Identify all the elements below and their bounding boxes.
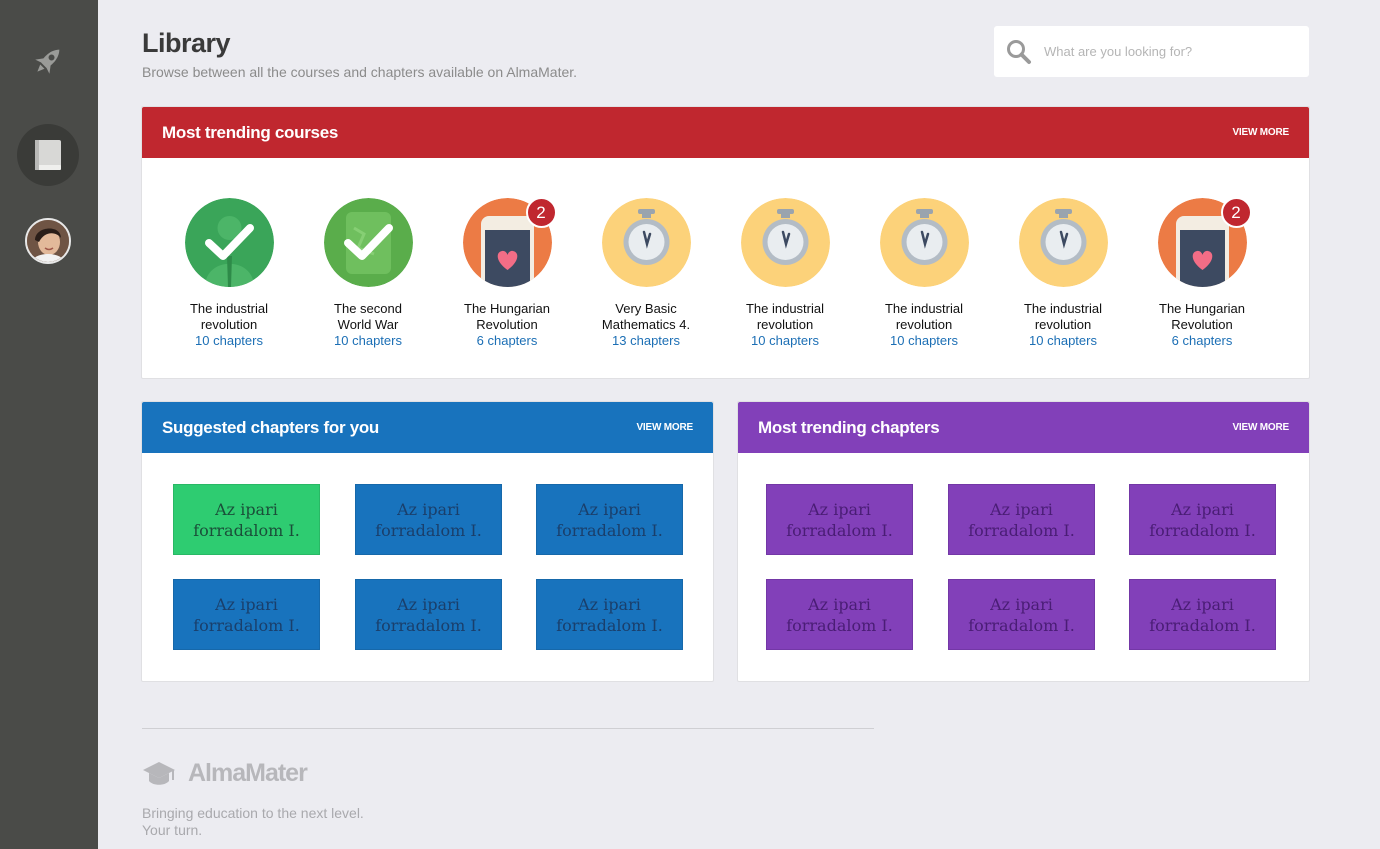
view-more-button[interactable]: VIEW MORE [1232, 127, 1289, 138]
chapter-tile[interactable]: Az ipari forradalom I. [536, 579, 683, 650]
course-chapters-link[interactable]: 13 chapters [571, 333, 721, 349]
course-icon-wrap [184, 198, 274, 287]
course-chapters-link[interactable]: 10 chapters [293, 333, 443, 349]
panel-title: Suggested chapters for you [162, 417, 380, 437]
course-icon-wrap [740, 198, 830, 287]
chapter-tile[interactable]: Az ipari forradalom I. [766, 484, 913, 555]
notification-badge: 2 [525, 197, 557, 228]
course-icon-wrap: 2 [1157, 197, 1252, 287]
course-card[interactable]: The industrial revolution 10 chapters [988, 198, 1138, 349]
view-more-button[interactable]: VIEW MORE [1232, 422, 1289, 433]
completed-check-icon [184, 198, 274, 287]
course-title: The Hungarian Revolution [1159, 301, 1245, 332]
book-icon [35, 140, 61, 170]
panel-title: Most trending chapters [758, 417, 940, 437]
page-title: Library [142, 28, 231, 58]
chapter-tile[interactable]: Az ipari forradalom I. [355, 579, 502, 650]
course-chapters-link[interactable]: 10 chapters [988, 333, 1138, 349]
sidebar-item-library[interactable] [17, 124, 79, 186]
course-icon-wrap [323, 198, 413, 287]
graduation-cap-icon [143, 762, 175, 785]
course-title: The Hungarian Revolution [464, 301, 550, 332]
chapter-tile[interactable]: Az ipari forradalom I. [173, 484, 320, 555]
trending-courses-header: Most trending courses VIEW MORE [142, 107, 1309, 158]
chapter-tile[interactable]: Az ipari forradalom I. [1129, 579, 1276, 650]
course-chapters-link[interactable]: 6 chapters [432, 333, 582, 349]
course-title: Very Basic Mathematics 4. [601, 301, 691, 332]
chapter-tile[interactable]: Az ipari forradalom I. [1129, 484, 1276, 555]
course-card[interactable]: 2 The Hungarian Revolution 6 chapters [432, 197, 582, 349]
page-subtitle: Browse between all the courses and chapt… [142, 64, 578, 80]
user-avatar-image [27, 220, 69, 262]
course-title: The industrial revolution [884, 301, 964, 332]
panel-title: Most trending courses [162, 122, 339, 142]
course-icon-wrap: 2 [462, 197, 557, 287]
course-card[interactable]: 2 The Hungarian Revolution 6 chapters [1127, 197, 1277, 349]
footer-divider [142, 728, 874, 729]
trending-chapters-header: Most trending chapters VIEW MORE [738, 402, 1309, 453]
rocket-icon [35, 49, 60, 74]
chapter-tile[interactable]: Az ipari forradalom I. [766, 579, 913, 650]
suggested-chapters-panel: Suggested chapters for you VIEW MORE Az … [141, 401, 714, 682]
stopwatch-icon [740, 198, 830, 287]
sidebar-item-rocket[interactable] [17, 30, 79, 92]
trending-chapters-panel: Most trending chapters VIEW MORE Az ipar… [737, 401, 1310, 682]
sidebar [0, 0, 98, 849]
search-box [994, 26, 1309, 77]
search-icon[interactable] [994, 26, 1044, 77]
course-icon-wrap [879, 198, 969, 287]
course-card[interactable]: Very Basic Mathematics 4. 13 chapters [571, 198, 721, 349]
course-title: The industrial revolution [189, 301, 269, 332]
course-icon-wrap [1018, 198, 1108, 287]
suggested-chapters-header: Suggested chapters for you VIEW MORE [142, 402, 713, 453]
course-icon-wrap [601, 198, 691, 287]
footer-brand: AlmaMater [188, 758, 308, 787]
course-title: The second World War [334, 301, 402, 332]
chapter-tile[interactable]: Az ipari forradalom I. [536, 484, 683, 555]
course-chapters-link[interactable]: 10 chapters [849, 333, 999, 349]
completed-check-icon [323, 198, 413, 287]
chapter-tile[interactable]: Az ipari forradalom I. [355, 484, 502, 555]
search-input[interactable] [1044, 44, 1294, 59]
stopwatch-icon [601, 198, 691, 287]
view-more-button[interactable]: VIEW MORE [636, 422, 693, 433]
course-chapters-link[interactable]: 6 chapters [1127, 333, 1277, 349]
chapter-tile[interactable]: Az ipari forradalom I. [948, 484, 1095, 555]
course-chapters-link[interactable]: 10 chapters [154, 333, 304, 349]
course-card[interactable]: The industrial revolution 10 chapters [154, 198, 304, 349]
course-title: The industrial revolution [1023, 301, 1103, 332]
footer-tagline: Bringing education to the next level. Yo… [142, 805, 364, 838]
stopwatch-icon [1018, 198, 1108, 287]
chapter-tile[interactable]: Az ipari forradalom I. [173, 579, 320, 650]
notification-badge: 2 [1220, 197, 1252, 228]
course-chapters-link[interactable]: 10 chapters [710, 333, 860, 349]
trending-courses-panel: Most trending courses VIEW MORE The indu… [141, 106, 1310, 379]
stopwatch-icon [879, 198, 969, 287]
footer-logo: AlmaMater [142, 758, 308, 788]
course-title: The industrial revolution [745, 301, 825, 332]
chapter-tile[interactable]: Az ipari forradalom I. [948, 579, 1095, 650]
avatar[interactable] [25, 218, 71, 264]
course-card[interactable]: The industrial revolution 10 chapters [849, 198, 999, 349]
courses-row: The industrial revolution 10 chapters Th… [142, 158, 1309, 378]
course-card[interactable]: The industrial revolution 10 chapters [710, 198, 860, 349]
course-card[interactable]: The second World War 10 chapters [293, 198, 443, 349]
